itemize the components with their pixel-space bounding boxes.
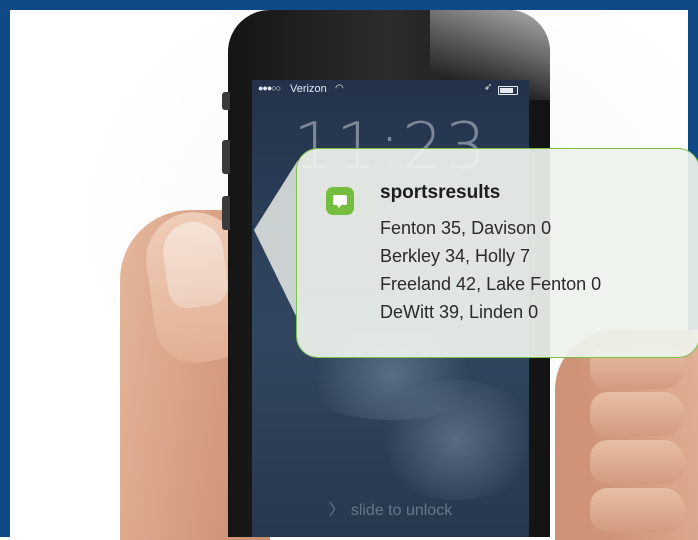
wifi-icon: ◠ [335, 83, 344, 94]
notification-line: Fenton 35, Davison 0 [380, 218, 552, 238]
signal-icon: ●●●○○ [258, 83, 281, 93]
cloud [372, 380, 529, 500]
battery-icon [498, 86, 518, 95]
volume-down-button [222, 196, 230, 230]
finger-4 [590, 488, 685, 532]
notification-app-name: sportsresults [380, 182, 501, 203]
slide-to-unlock[interactable]: 〉 slide to unlock [252, 496, 529, 520]
carrier-label: Verizon [290, 83, 327, 95]
finger-2 [590, 392, 685, 436]
finger-3 [590, 440, 685, 484]
message-icon [326, 187, 354, 215]
location-arrow-icon: ➶ [484, 82, 493, 93]
notification-line: Freeland 42, Lake Fenton 0 [380, 274, 602, 294]
chevron-right-icon: 〉 [328, 502, 345, 519]
unlock-label: slide to unlock [350, 502, 453, 519]
notification-line: Berkley 34, Holly 7 [380, 246, 531, 266]
notification-line: DeWitt 39, Linden 0 [380, 302, 539, 322]
status-bar: ●●●○○ Verizon ◠ ➶ [252, 80, 529, 98]
mute-switch [222, 92, 230, 110]
volume-up-button [222, 140, 230, 174]
callout-pointer [254, 160, 298, 320]
